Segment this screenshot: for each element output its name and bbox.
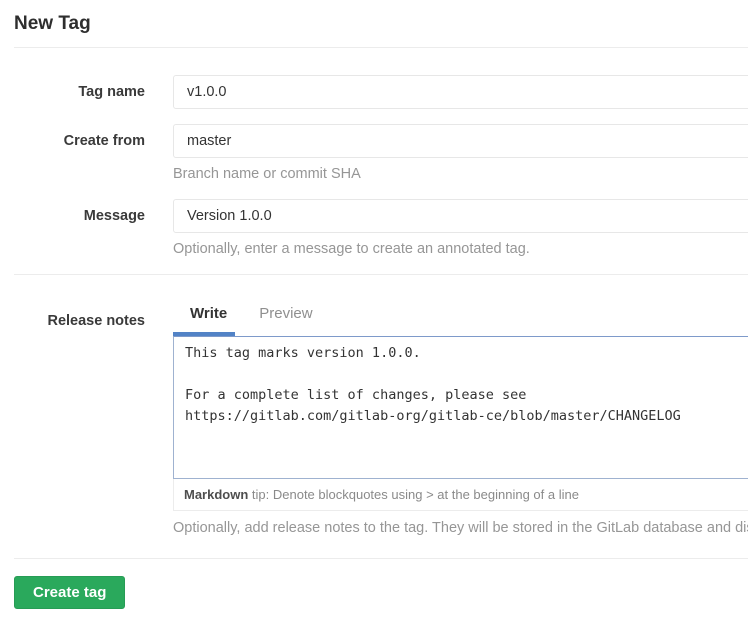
markdown-tip-bold: Markdown xyxy=(184,487,248,502)
tag-name-row: Tag name xyxy=(14,75,748,109)
release-notes-label: Release notes xyxy=(14,304,145,538)
create-from-label: Create from xyxy=(14,124,145,184)
tag-name-label: Tag name xyxy=(14,75,145,109)
divider xyxy=(14,47,748,48)
create-from-help: Branch name or commit SHA xyxy=(173,165,748,184)
active-tab-indicator xyxy=(173,332,235,336)
tab-write[interactable]: Write xyxy=(190,304,227,324)
form-actions: Create tag xyxy=(14,559,748,609)
release-notes-row: Release notes Write Preview This tag mar… xyxy=(14,304,748,538)
markdown-write-area: This tag marks version 1.0.0. For a comp… xyxy=(173,336,748,511)
page-title: New Tag xyxy=(14,12,748,35)
message-help: Optionally, enter a message to create an… xyxy=(173,240,748,259)
tab-preview[interactable]: Preview xyxy=(259,304,312,324)
message-row: Message Optionally, enter a message to c… xyxy=(14,199,748,259)
markdown-editor-tabs: Write Preview xyxy=(173,304,748,324)
new-tag-form: Tag name Create from Branch name or comm… xyxy=(14,75,748,609)
tag-name-field-wrap xyxy=(173,75,748,109)
markdown-tip-text: tip: Denote blockquotes using > at the b… xyxy=(248,487,579,502)
markdown-tip-bar: Markdown tip: Denote blockquotes using >… xyxy=(173,479,748,511)
message-label: Message xyxy=(14,199,145,259)
create-from-input[interactable] xyxy=(173,124,748,158)
tag-name-input[interactable] xyxy=(173,75,748,109)
create-from-field-wrap: Branch name or commit SHA xyxy=(173,124,748,184)
new-tag-page: New Tag Tag name Create from Branch name… xyxy=(0,0,748,609)
create-tag-button[interactable]: Create tag xyxy=(14,576,125,609)
divider xyxy=(14,274,748,275)
release-notes-textarea[interactable]: This tag marks version 1.0.0. For a comp… xyxy=(173,336,748,479)
message-field-wrap: Optionally, enter a message to create an… xyxy=(173,199,748,259)
create-from-row: Create from Branch name or commit SHA xyxy=(14,124,748,184)
release-notes-help: Optionally, add release notes to the tag… xyxy=(173,519,748,538)
message-input[interactable] xyxy=(173,199,748,233)
release-notes-field-wrap: Write Preview This tag marks version 1.0… xyxy=(173,304,748,538)
